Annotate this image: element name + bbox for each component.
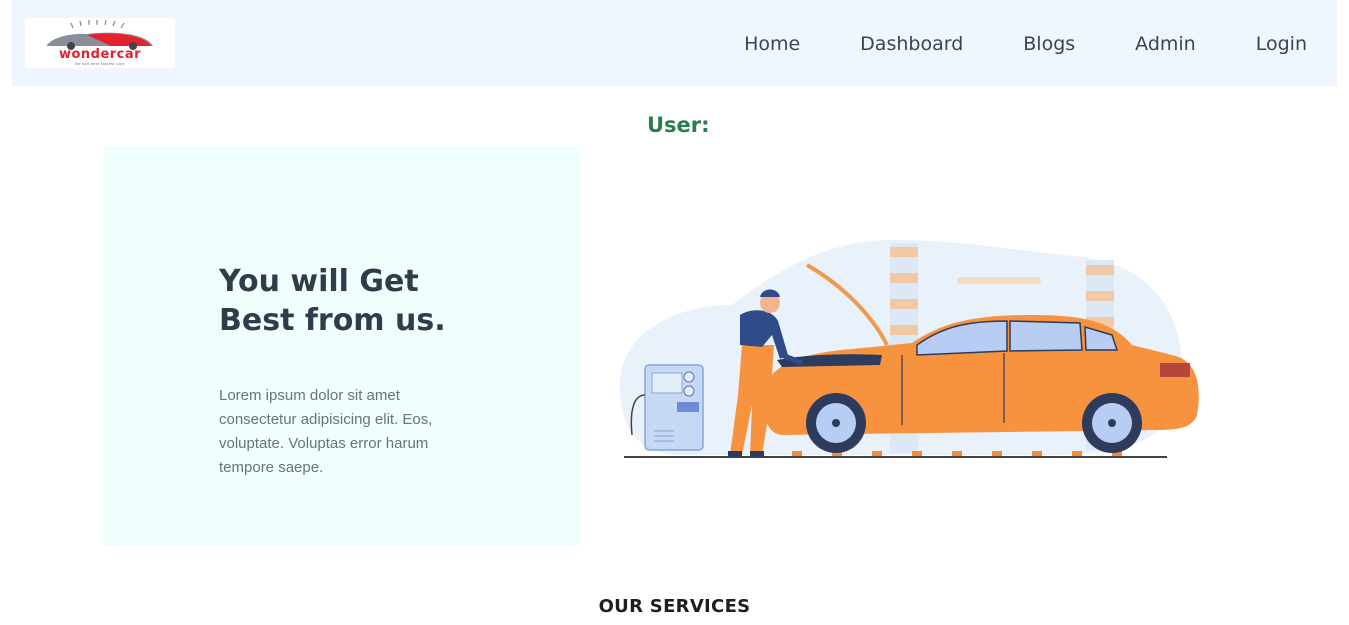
brand-tagline: we sell best fastest cars xyxy=(75,61,125,66)
nav-home-link[interactable]: Home xyxy=(744,32,800,56)
hero-text: Lorem ipsum dolor sit amet consectetur a… xyxy=(219,387,433,476)
brand-name: wondercar xyxy=(58,47,142,62)
hero-card: You will Get Best from us. Lorem ipsum d… xyxy=(104,146,580,546)
nav-admin-link[interactable]: Admin xyxy=(1135,32,1196,56)
nav-menu: Home Dashboard Blogs Admin Login xyxy=(744,32,1307,56)
nav-login-link[interactable]: Login xyxy=(1256,32,1307,56)
mechanic-car-illustration xyxy=(612,235,1212,465)
services-heading: OUR SERVICES xyxy=(598,596,751,617)
hero-title: You will Get Best from us. xyxy=(219,264,446,338)
user-label: User: xyxy=(647,113,710,137)
nav-blogs-link[interactable]: Blogs xyxy=(1023,32,1075,56)
navbar: wondercar we sell best fastest cars Home… xyxy=(12,0,1337,86)
nav-dashboard-link[interactable]: Dashboard xyxy=(860,32,963,56)
mechanic-car-icon xyxy=(620,240,1199,458)
brand-logo[interactable]: wondercar we sell best fastest cars xyxy=(25,18,175,68)
